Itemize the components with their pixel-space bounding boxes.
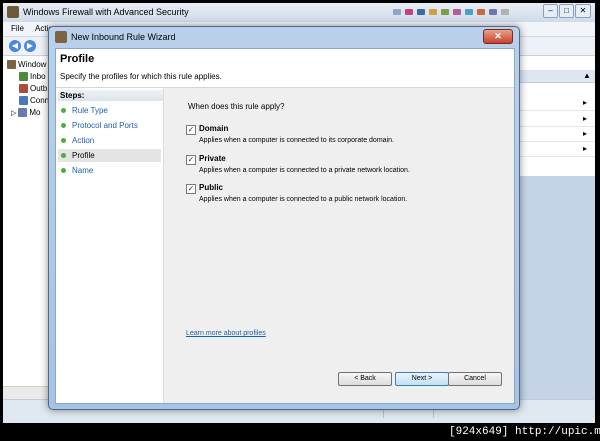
public-checkbox[interactable]: ✓: [186, 184, 196, 194]
console-tree: Window Inbo Outb Conn ▷ Mo: [3, 56, 54, 396]
action-row[interactable]: ▸: [517, 96, 595, 111]
page-subtitle: Specify the profiles for which this rule…: [60, 72, 222, 81]
connection-rules-icon: [19, 96, 28, 106]
image-caption: [924x649] http://upic.me/: [449, 424, 600, 441]
monitoring-icon: [18, 108, 28, 118]
steps-caption: Steps:: [58, 90, 163, 101]
cancel-button[interactable]: Cancel: [448, 372, 502, 386]
tree-monitoring[interactable]: ▷ Mo: [11, 108, 41, 118]
step-bullet-icon: [61, 108, 66, 113]
dialog-close-button[interactable]: ✕: [483, 29, 513, 44]
public-description: Applies when a computer is connected to …: [199, 196, 408, 203]
inbound-rules-icon: [19, 72, 28, 82]
tree-outbound[interactable]: Outb: [19, 84, 47, 94]
actions-pane: ▲ ▸ ▸ ▸ ▸: [517, 56, 595, 176]
dialog-titlebar[interactable]: New Inbound Rule Wizard ✕: [49, 27, 519, 47]
actions-header: ▲: [517, 70, 595, 83]
main-window-titlebar: Windows Firewall with Advanced Security …: [3, 3, 595, 22]
private-checkbox[interactable]: ✓: [186, 155, 196, 165]
dialog-title: New Inbound Rule Wizard: [71, 32, 176, 42]
step-name[interactable]: Name: [58, 164, 161, 177]
back-arrow-icon[interactable]: ◀: [9, 40, 21, 52]
main-window-title: Windows Firewall with Advanced Security: [23, 7, 189, 17]
next-button[interactable]: Next >: [395, 372, 449, 386]
outbound-rules-icon: [19, 84, 28, 94]
submenu-arrow-icon: ▸: [583, 144, 588, 153]
action-row[interactable]: ▸: [517, 127, 595, 142]
private-label[interactable]: Private: [199, 154, 226, 163]
profile-question: When does this rule apply?: [188, 102, 285, 111]
submenu-arrow-icon: ▸: [583, 98, 588, 107]
firewall-app-icon: [7, 6, 19, 18]
tree-inbound[interactable]: Inbo: [19, 72, 46, 82]
submenu-arrow-icon: ▸: [583, 114, 588, 123]
step-bullet-icon: [61, 138, 66, 143]
back-button[interactable]: < Back: [338, 372, 392, 386]
tree-connection[interactable]: Conn: [19, 96, 49, 106]
page-title: Profile: [60, 53, 95, 65]
wizard-icon: [55, 31, 67, 43]
forward-arrow-icon[interactable]: ▶: [24, 40, 36, 52]
option-private: ✓ Private Applies when a computer is con…: [186, 154, 506, 182]
step-bullet-icon: [61, 153, 66, 158]
tree-root[interactable]: Window: [7, 60, 46, 70]
minimize-icon[interactable]: –: [543, 4, 558, 18]
private-description: Applies when a computer is connected to …: [199, 167, 410, 174]
steps-pane: Steps: Rule Type Protocol and Ports Acti…: [56, 88, 164, 403]
collapse-icon[interactable]: ▲: [583, 71, 591, 80]
domain-label[interactable]: Domain: [199, 124, 228, 133]
wizard-header: Profile Specify the profiles for which t…: [56, 49, 514, 88]
wizard-content: When does this rule apply? ✓ Domain Appl…: [164, 88, 514, 403]
domain-checkbox[interactable]: ✓: [186, 125, 196, 135]
menu-file[interactable]: File: [11, 24, 24, 33]
step-bullet-icon: [61, 168, 66, 173]
domain-description: Applies when a computer is connected to …: [199, 137, 394, 144]
tree-scrollbar[interactable]: [3, 386, 53, 399]
firewall-icon: [7, 60, 16, 70]
close-icon[interactable]: ✕: [575, 4, 591, 18]
learn-more-link[interactable]: Learn more about profiles: [186, 330, 266, 337]
action-row[interactable]: ▸: [517, 112, 595, 127]
option-public: ✓ Public Applies when a computer is conn…: [186, 183, 506, 211]
step-action[interactable]: Action: [58, 134, 161, 147]
step-protocol-ports[interactable]: Protocol and Ports: [58, 119, 161, 132]
dialog-body: Profile Specify the profiles for which t…: [55, 48, 515, 404]
step-profile[interactable]: Profile: [58, 149, 161, 162]
maximize-icon[interactable]: □: [559, 4, 574, 18]
main-window-controls: – □ ✕: [543, 4, 591, 18]
close-icon: ✕: [494, 31, 502, 41]
step-rule-type[interactable]: Rule Type: [58, 104, 161, 117]
step-bullet-icon: [61, 123, 66, 128]
action-row[interactable]: ▸: [517, 142, 595, 157]
inbound-rule-wizard: New Inbound Rule Wizard ✕ Profile Specif…: [48, 26, 520, 410]
public-label[interactable]: Public: [199, 183, 223, 192]
option-domain: ✓ Domain Applies when a computer is conn…: [186, 124, 506, 152]
submenu-arrow-icon: ▸: [583, 129, 588, 138]
